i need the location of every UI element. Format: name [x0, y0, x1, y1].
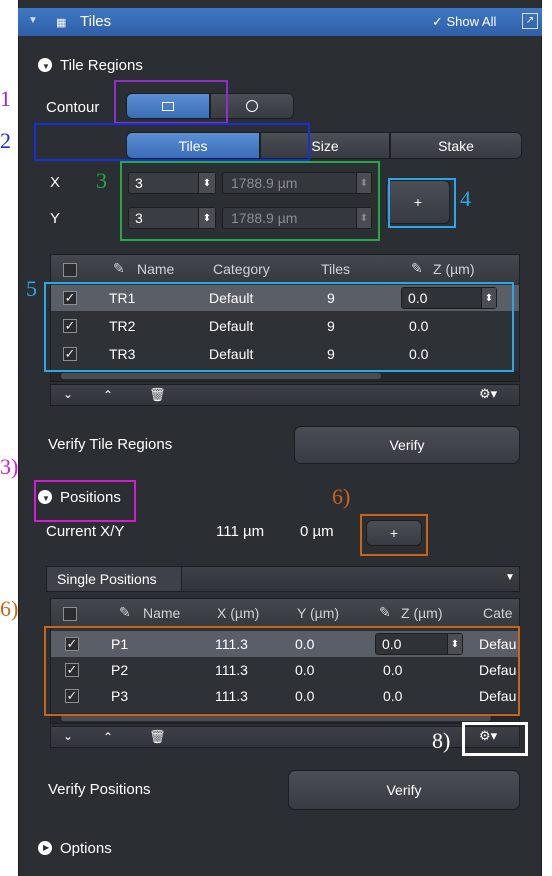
tab-stake[interactable]: Stake — [390, 132, 522, 159]
verify-tile-regions-label: Verify Tile Regions — [48, 436, 173, 453]
annotation-box-6b — [44, 626, 520, 716]
col-category[interactable]: Cate — [483, 605, 513, 621]
col-name[interactable]: Name — [143, 605, 180, 621]
panel-title: Tiles — [80, 13, 112, 30]
col-tiles[interactable]: Tiles — [321, 261, 350, 277]
collapse-arrow-icon[interactable]: ▼ — [28, 15, 38, 26]
tab-single-positions-label: Single Positions — [57, 571, 157, 587]
annotation-box-2 — [34, 123, 310, 161]
annotation-number-1: 1 — [0, 86, 11, 111]
trash-icon[interactable]: 🗑 — [149, 387, 166, 403]
right-triangle-icon: ▶ — [43, 843, 50, 852]
table-header: ✎ Name X (µm) Y (µm) ✎ Z (µm) Cate — [51, 599, 519, 627]
tile-table-toolbar: ⌄ ⌃ 🗑 ⚙▾ — [50, 384, 520, 406]
show-all-checkbox[interactable]: ✓ Show All — [432, 14, 496, 30]
col-x[interactable]: X (µm) — [217, 605, 259, 621]
positions-tabbar: Single Positions ▼ — [46, 566, 520, 592]
edit-pencil-icon: ✎ — [411, 260, 423, 276]
annotation-box-6a — [360, 514, 428, 556]
contour-label: Contour — [46, 99, 100, 116]
annotation-box-5 — [44, 282, 514, 372]
horizontal-scrollbar[interactable] — [51, 371, 519, 381]
grid-icon: ▦ — [56, 17, 67, 29]
verify-tiles-button[interactable]: Verify — [294, 426, 520, 464]
annotation-number-5: 5 — [26, 276, 37, 301]
move-down-icon[interactable]: ⌄ — [63, 387, 73, 401]
verify-positions-button[interactable]: Verify — [288, 770, 520, 810]
undock-icon[interactable]: ↗ — [522, 13, 538, 29]
col-y[interactable]: Y (µm) — [297, 605, 339, 621]
scrollbar-thumb[interactable] — [61, 373, 381, 379]
current-xy-label: Current X/Y — [46, 523, 125, 540]
annotation-number-3b: 3) — [0, 454, 19, 479]
x-label: X — [50, 174, 61, 191]
current-x-value: 111 µm — [216, 523, 265, 540]
circle-icon — [246, 100, 258, 112]
annotation-number-2: 2 — [0, 128, 11, 153]
tab-stake-label: Stake — [438, 137, 474, 154]
y-label: Y — [50, 210, 61, 227]
annotation-box-8 — [462, 722, 528, 756]
annotation-number-3: 3 — [96, 168, 107, 193]
verify-tiles-button-label: Verify — [389, 437, 425, 453]
verify-positions-label: Verify Positions — [48, 781, 151, 798]
annotation-number-6b: 6) — [0, 596, 19, 621]
annotation-box-3 — [120, 161, 380, 241]
tile-regions-title: Tile Regions — [60, 57, 143, 74]
verify-positions-button-label: Verify — [386, 782, 422, 798]
annotation-box-3b — [34, 480, 136, 522]
move-up-icon[interactable]: ⌃ — [103, 388, 113, 402]
move-down-icon[interactable]: ⌄ — [63, 729, 73, 743]
select-all-checkbox[interactable] — [63, 263, 77, 277]
annotation-number-6a: 6) — [332, 484, 351, 509]
edit-pencil-icon: ✎ — [119, 604, 131, 620]
dropdown-arrow-icon[interactable]: ▼ — [505, 572, 515, 583]
col-category[interactable]: Category — [213, 261, 270, 277]
select-all-checkbox[interactable] — [63, 607, 77, 621]
col-z[interactable]: Z (µm) — [433, 261, 475, 277]
trash-icon[interactable]: 🗑 — [149, 729, 166, 745]
annotation-number-8: 8) — [432, 728, 451, 753]
col-z[interactable]: Z (µm) — [401, 605, 443, 621]
options-title: Options — [60, 840, 112, 857]
col-name[interactable]: Name — [137, 261, 174, 277]
tab-size-label: Size — [311, 137, 339, 154]
down-triangle-icon: ▼ — [42, 62, 50, 71]
move-up-icon[interactable]: ⌃ — [103, 730, 113, 744]
annotation-box-4 — [388, 178, 456, 228]
show-all-label: Show All — [446, 14, 497, 29]
settings-gear-icon[interactable]: ⚙▾ — [479, 386, 497, 402]
table-header: ✎ Name Category Tiles ✎ Z (µm) — [51, 255, 519, 283]
current-y-value: 0 µm — [300, 523, 334, 540]
edit-pencil-icon: ✎ — [113, 260, 125, 276]
edit-pencil-icon: ✎ — [379, 604, 391, 620]
annotation-box-1 — [114, 80, 228, 124]
annotation-number-4: 4 — [460, 186, 471, 211]
panel-header: ▼ ▦ Tiles ✓ Show All ↗ — [18, 8, 542, 36]
tab-single-positions[interactable]: Single Positions — [47, 567, 182, 591]
